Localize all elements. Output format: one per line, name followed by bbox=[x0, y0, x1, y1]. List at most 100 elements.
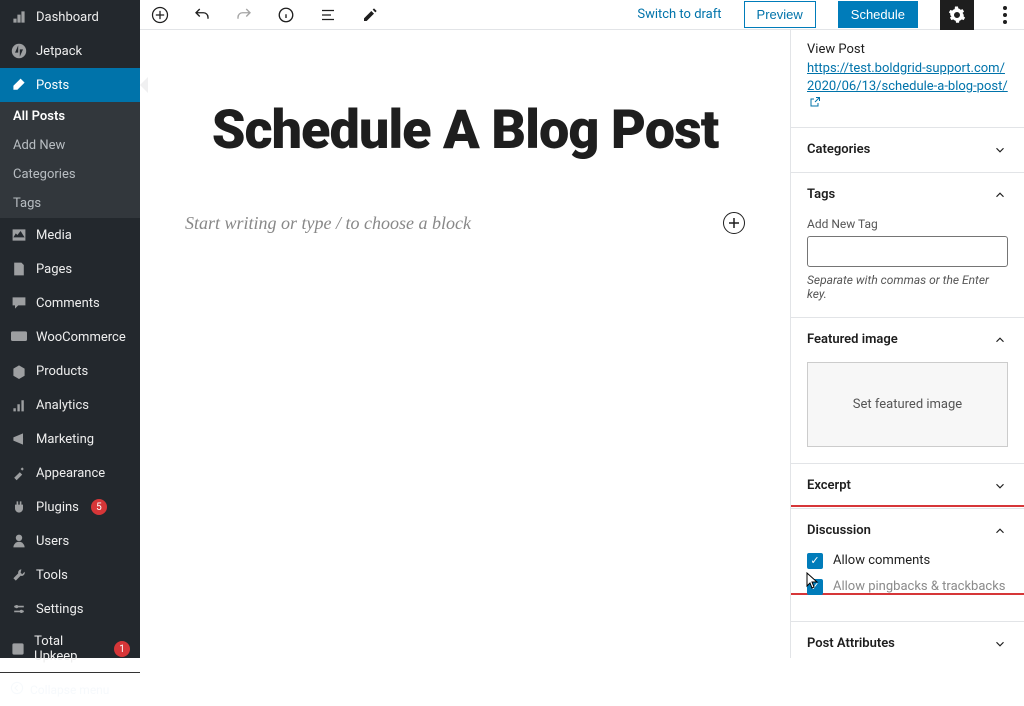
categories-title: Categories bbox=[807, 142, 870, 157]
permalink-text: https://test.boldgrid-support.com/2020/0… bbox=[807, 61, 1008, 94]
sidebar-label: Pages bbox=[36, 262, 72, 277]
marketing-icon bbox=[10, 430, 28, 448]
plugins-icon bbox=[10, 498, 28, 516]
redo-button[interactable] bbox=[234, 5, 254, 25]
sidebar-label: Tools bbox=[36, 568, 68, 583]
chevron-up-icon bbox=[992, 187, 1008, 203]
undo-button[interactable] bbox=[192, 5, 212, 25]
view-post-label: View Post bbox=[807, 42, 1008, 57]
editor-toolbar: Switch to draft Preview Schedule bbox=[140, 0, 1024, 30]
settings-panel: View Post https://test.boldgrid-support.… bbox=[790, 30, 1024, 658]
featured-image-toggle[interactable]: Featured image bbox=[791, 318, 1024, 362]
chevron-down-icon bbox=[992, 636, 1008, 652]
add-block-inline-button[interactable] bbox=[723, 212, 745, 234]
info-button[interactable] bbox=[276, 5, 296, 25]
outline-button[interactable] bbox=[318, 5, 338, 25]
permalink-link[interactable]: https://test.boldgrid-support.com/2020/0… bbox=[807, 61, 1008, 112]
allow-comments-label: Allow comments bbox=[833, 553, 930, 568]
sidebar-label: Jetpack bbox=[36, 44, 82, 59]
sidebar-item-analytics[interactable]: Analytics bbox=[0, 388, 140, 422]
chevron-up-icon bbox=[992, 523, 1008, 539]
categories-toggle[interactable]: Categories bbox=[791, 128, 1024, 172]
edit-button[interactable] bbox=[360, 5, 380, 25]
admin-sidebar: Dashboard Jetpack Posts All Posts Add Ne… bbox=[0, 0, 140, 658]
comments-icon bbox=[10, 294, 28, 312]
sidebar-item-products[interactable]: Products bbox=[0, 354, 140, 388]
users-icon bbox=[10, 532, 28, 550]
tags-helper-text: Separate with commas or the Enter key. bbox=[807, 273, 1008, 301]
products-icon bbox=[10, 362, 28, 380]
add-block-button[interactable] bbox=[150, 5, 170, 25]
sidebar-label: Dashboard bbox=[36, 10, 99, 25]
post-title[interactable]: Schedule A Blog Post bbox=[185, 100, 745, 162]
posts-icon bbox=[10, 76, 28, 94]
pages-icon bbox=[10, 260, 28, 278]
sidebar-item-jetpack[interactable]: Jetpack bbox=[0, 34, 140, 68]
upkeep-icon bbox=[10, 640, 26, 658]
sidebar-label: Settings bbox=[36, 602, 83, 617]
main-column: Switch to draft Preview Schedule Schedul… bbox=[140, 0, 1024, 658]
sidebar-label: Total Upkeep bbox=[34, 634, 102, 664]
sidebar-item-media[interactable]: Media bbox=[0, 218, 140, 252]
sidebar-item-tools[interactable]: Tools bbox=[0, 558, 140, 592]
woocommerce-icon bbox=[10, 328, 28, 346]
sidebar-item-appearance[interactable]: Appearance bbox=[0, 456, 140, 490]
sidebar-label: Appearance bbox=[36, 466, 105, 481]
collapse-icon bbox=[10, 681, 24, 698]
switch-to-draft-link[interactable]: Switch to draft bbox=[637, 7, 721, 22]
add-tag-input[interactable] bbox=[807, 236, 1008, 267]
external-link-icon bbox=[809, 96, 821, 114]
sidebar-item-settings[interactable]: Settings bbox=[0, 592, 140, 626]
chevron-up-icon bbox=[992, 332, 1008, 348]
tags-title: Tags bbox=[807, 187, 835, 202]
tags-toggle[interactable]: Tags bbox=[791, 173, 1024, 217]
sidebar-item-posts[interactable]: Posts bbox=[0, 68, 140, 102]
sidebar-sub-add-new[interactable]: Add New bbox=[0, 131, 140, 160]
preview-button[interactable]: Preview bbox=[744, 1, 816, 28]
post-attributes-toggle[interactable]: Post Attributes bbox=[791, 622, 1024, 658]
sidebar-item-total-upkeep[interactable]: Total Upkeep 1 bbox=[0, 626, 140, 672]
sidebar-item-woocommerce[interactable]: WooCommerce bbox=[0, 320, 140, 354]
sidebar-label: Analytics bbox=[36, 398, 89, 413]
more-options-button[interactable] bbox=[996, 0, 1014, 30]
post-attributes-title: Post Attributes bbox=[807, 636, 895, 651]
sidebar-label: Plugins bbox=[36, 500, 79, 515]
set-featured-image-button[interactable]: Set featured image bbox=[807, 362, 1008, 447]
analytics-icon bbox=[10, 396, 28, 414]
upkeep-badge: 1 bbox=[114, 641, 130, 657]
sidebar-item-users[interactable]: Users bbox=[0, 524, 140, 558]
chevron-down-icon bbox=[992, 478, 1008, 494]
tools-icon bbox=[10, 566, 28, 584]
jetpack-icon bbox=[10, 42, 28, 60]
featured-image-title: Featured image bbox=[807, 332, 898, 347]
block-placeholder[interactable]: Start writing or type / to choose a bloc… bbox=[185, 213, 723, 234]
add-tag-label: Add New Tag bbox=[807, 217, 1008, 231]
sidebar-sub-all-posts[interactable]: All Posts bbox=[0, 102, 140, 131]
appearance-icon bbox=[10, 464, 28, 482]
allow-comments-checkbox[interactable]: ✓ bbox=[807, 553, 823, 569]
collapse-menu[interactable]: Collapse menu bbox=[0, 672, 140, 706]
editor-canvas[interactable]: Schedule A Blog Post Start writing or ty… bbox=[140, 30, 790, 658]
sidebar-item-marketing[interactable]: Marketing bbox=[0, 422, 140, 456]
sidebar-label: WooCommerce bbox=[36, 330, 126, 345]
discussion-toggle[interactable]: Discussion bbox=[791, 509, 1024, 553]
dashboard-icon bbox=[10, 8, 28, 26]
sidebar-label: Posts bbox=[36, 78, 69, 93]
collapse-label: Collapse menu bbox=[30, 683, 109, 697]
allow-pingbacks-checkbox[interactable]: ✓ bbox=[807, 579, 823, 595]
sidebar-item-comments[interactable]: Comments bbox=[0, 286, 140, 320]
sidebar-sub-categories[interactable]: Categories bbox=[0, 160, 140, 189]
sidebar-label: Marketing bbox=[36, 432, 94, 447]
sidebar-sub-tags[interactable]: Tags bbox=[0, 189, 140, 218]
sidebar-item-dashboard[interactable]: Dashboard bbox=[0, 0, 140, 34]
excerpt-toggle[interactable]: Excerpt bbox=[791, 464, 1024, 508]
plugins-badge: 5 bbox=[91, 499, 107, 515]
settings-toggle-button[interactable] bbox=[940, 0, 974, 30]
allow-pingbacks-label: Allow pingbacks & trackbacks bbox=[833, 579, 1006, 594]
sidebar-item-plugins[interactable]: Plugins 5 bbox=[0, 490, 140, 524]
sidebar-label: Users bbox=[36, 534, 69, 549]
settings-icon bbox=[10, 600, 28, 618]
schedule-button[interactable]: Schedule bbox=[838, 1, 918, 28]
sidebar-label: Comments bbox=[36, 296, 100, 311]
sidebar-item-pages[interactable]: Pages bbox=[0, 252, 140, 286]
